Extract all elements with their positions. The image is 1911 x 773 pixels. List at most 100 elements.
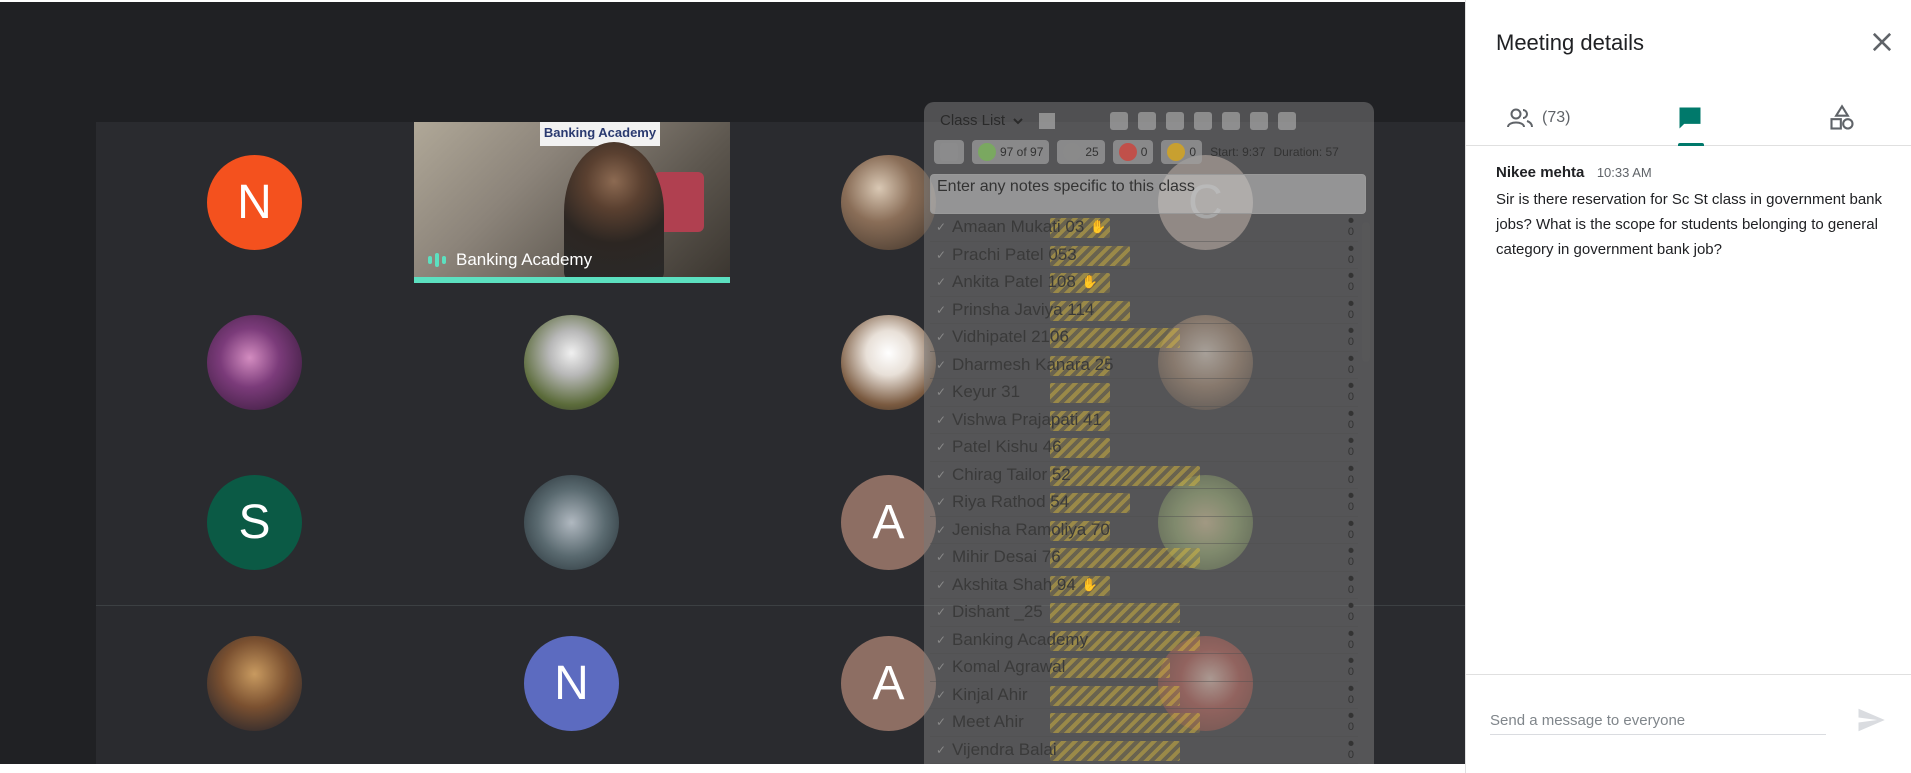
send-icon[interactable] xyxy=(1856,705,1886,735)
document-icon[interactable] xyxy=(1110,112,1128,130)
participant-avatar-photo[interactable] xyxy=(207,636,302,731)
student-name: Kinjal Ahir xyxy=(952,684,1028,704)
other-text: 0 xyxy=(1189,145,1197,159)
participant-avatar-photo[interactable] xyxy=(524,315,619,410)
participant-avatar-n2[interactable]: N xyxy=(524,636,619,731)
check-icon[interactable]: ✓ xyxy=(930,275,952,289)
check-icon[interactable]: ✓ xyxy=(930,550,952,564)
participant-avatar-s[interactable]: S xyxy=(207,475,302,570)
check-icon[interactable]: ✓ xyxy=(930,495,952,509)
attendance-bar xyxy=(1050,328,1180,348)
check-icon[interactable]: ✓ xyxy=(930,523,952,537)
check-icon[interactable]: ✓ xyxy=(930,440,952,454)
message-input[interactable] xyxy=(1490,707,1826,735)
video-tile-banking-academy[interactable]: Banking Academy Banking Academy xyxy=(414,122,730,282)
student-count: ⏺ 0 xyxy=(1348,738,1354,761)
check-icon[interactable]: ✓ xyxy=(930,303,952,317)
message-composer xyxy=(1466,674,1911,773)
people-count: (73) xyxy=(1542,109,1571,126)
student-row[interactable]: ✓ Kinjal Ahir ⏺ 0 xyxy=(930,682,1358,709)
hand-raise-icon: ✋ xyxy=(1090,219,1107,235)
student-count-value: 0 xyxy=(1347,721,1354,733)
save-icon[interactable] xyxy=(1194,112,1212,130)
check-icon[interactable]: ✓ xyxy=(930,633,952,647)
mic-icon: ⏺ xyxy=(1348,517,1354,530)
attendance-bar xyxy=(1050,603,1180,623)
student-row[interactable]: ✓ Vishwa Prajapati 41 ⏺ 0 xyxy=(930,407,1358,434)
student-row[interactable]: ✓ Jenisha Ramoliya 70 ⏺ 0 xyxy=(930,517,1358,544)
check-icon[interactable]: ✓ xyxy=(930,605,952,619)
hand-icon xyxy=(1063,143,1082,161)
student-count-value: 0 xyxy=(1347,501,1354,513)
linkedin-icon[interactable] xyxy=(1222,112,1240,130)
class-list-header[interactable]: Class List xyxy=(940,112,1056,129)
check-icon[interactable]: ✓ xyxy=(930,468,952,482)
student-name: Prinsha Javiya 114 xyxy=(952,299,1095,319)
student-row[interactable]: ✓ Komal Agrawal ⏺ 0 xyxy=(930,654,1358,682)
globe-icon[interactable] xyxy=(1166,112,1184,130)
participant-avatar-n[interactable]: N xyxy=(207,155,302,250)
check-icon[interactable]: ✓ xyxy=(930,743,952,757)
participant-avatar-photo[interactable] xyxy=(524,475,619,570)
tab-chat[interactable] xyxy=(1676,90,1704,146)
participant-avatar-photo[interactable] xyxy=(207,315,302,410)
video-participant-name: Banking Academy xyxy=(456,250,593,269)
class-list-stats: 97 of 97 25 0 0 Start: 9:37 Duration: 57 xyxy=(934,140,1339,164)
other-count: 0 xyxy=(1161,140,1203,164)
hands-count: 25 xyxy=(1057,140,1105,164)
student-row[interactable]: ✓ Akshita Shah 94 ✋ ⏺ 0 xyxy=(930,572,1358,599)
class-notes-field[interactable]: Enter any notes specific to this class xyxy=(930,174,1366,214)
student-row[interactable]: ✓ Meet Ahir ⏺ 0 xyxy=(930,709,1358,737)
check-icon[interactable]: ✓ xyxy=(930,248,952,262)
check-icon[interactable]: ✓ xyxy=(930,220,952,234)
student-row[interactable]: ✓ Dharmesh Kanara 25 ⏺ 0 xyxy=(930,352,1358,379)
check-icon[interactable]: ✓ xyxy=(930,413,952,427)
student-row[interactable]: ✓ Riya Rathod 54 ⏺ 0 xyxy=(930,489,1358,517)
message-text: Sir is there reservation for Sc St class… xyxy=(1496,191,1883,258)
class-list-scrollbar[interactable] xyxy=(1362,222,1370,362)
student-row[interactable]: ✓ Dishant _25 ⏺ 0 xyxy=(930,599,1358,627)
close-icon[interactable] xyxy=(1868,28,1896,56)
speaking-border xyxy=(414,277,730,283)
pause-button[interactable] xyxy=(934,140,964,164)
student-row[interactable]: ✓ Vidhipatel 2106 ⏺ 0 xyxy=(930,324,1358,352)
check-icon[interactable]: ✓ xyxy=(930,578,952,592)
tab-activities[interactable] xyxy=(1828,90,1856,146)
tab-active-indicator xyxy=(1678,143,1704,146)
student-row[interactable]: ✓ Keyur 31 ⏺ 0 xyxy=(930,379,1358,407)
student-count-value: 0 xyxy=(1347,666,1354,678)
student-count: ⏺ 0 xyxy=(1348,216,1354,238)
student-count-value: 0 xyxy=(1347,693,1354,706)
check-icon[interactable]: ✓ xyxy=(930,330,952,344)
check-icon[interactable]: ✓ xyxy=(930,385,952,399)
student-count-value: 0 xyxy=(1347,638,1354,651)
tab-people[interactable]: (73) xyxy=(1506,90,1570,146)
settings-icon[interactable] xyxy=(1250,112,1268,130)
student-row[interactable]: ✓ Chirag Tailor 52 ⏺ 0 xyxy=(930,462,1358,489)
student-name: Prachi Patel 053 xyxy=(952,244,1077,264)
shapes-icon xyxy=(1830,104,1854,130)
student-row[interactable]: ✓ Patel Kishu 46 ⏺ 0 xyxy=(930,434,1358,462)
attendance-bar xyxy=(1050,548,1200,568)
participant-avatar-a2[interactable]: A xyxy=(841,636,936,731)
check-icon[interactable]: ✓ xyxy=(930,660,952,674)
student-count: ⏺ 0 xyxy=(1348,517,1354,541)
absent-text: 0 xyxy=(1140,145,1148,159)
student-row[interactable]: ✓ Mihir Desai 76 ⏺ 0 xyxy=(930,544,1358,572)
student-row[interactable]: ✓ Prinsha Javiya 114 ⏺ 0 xyxy=(930,297,1358,324)
student-row[interactable]: ✓ Ankita Patel 108 ✋ ⏺ 0 xyxy=(930,269,1358,297)
student-row[interactable]: ✓ Vijendra Balai ⏺ 0 xyxy=(930,737,1358,764)
student-row[interactable]: ✓ Banking Academy ⏺ 0 xyxy=(930,627,1358,654)
participant-avatar-a[interactable]: A xyxy=(841,475,936,570)
pen-icon[interactable] xyxy=(1138,112,1156,130)
check-icon[interactable]: ✓ xyxy=(930,358,952,372)
notes-placeholder: Enter any notes specific to this class xyxy=(937,178,1195,195)
participant-avatar-photo[interactable] xyxy=(841,315,936,410)
student-row[interactable]: ✓ Prachi Patel 053 ⏺ 0 xyxy=(930,242,1358,269)
student-row[interactable]: ✓ Amaan Mukati 03 ✋ ⏺ 0 xyxy=(930,214,1358,242)
check-icon[interactable]: ✓ xyxy=(930,688,952,702)
check-icon[interactable]: ✓ xyxy=(930,715,952,729)
participant-avatar-photo[interactable] xyxy=(841,155,936,250)
sheet-icon[interactable] xyxy=(1039,112,1056,129)
pin-icon[interactable] xyxy=(1278,112,1296,130)
